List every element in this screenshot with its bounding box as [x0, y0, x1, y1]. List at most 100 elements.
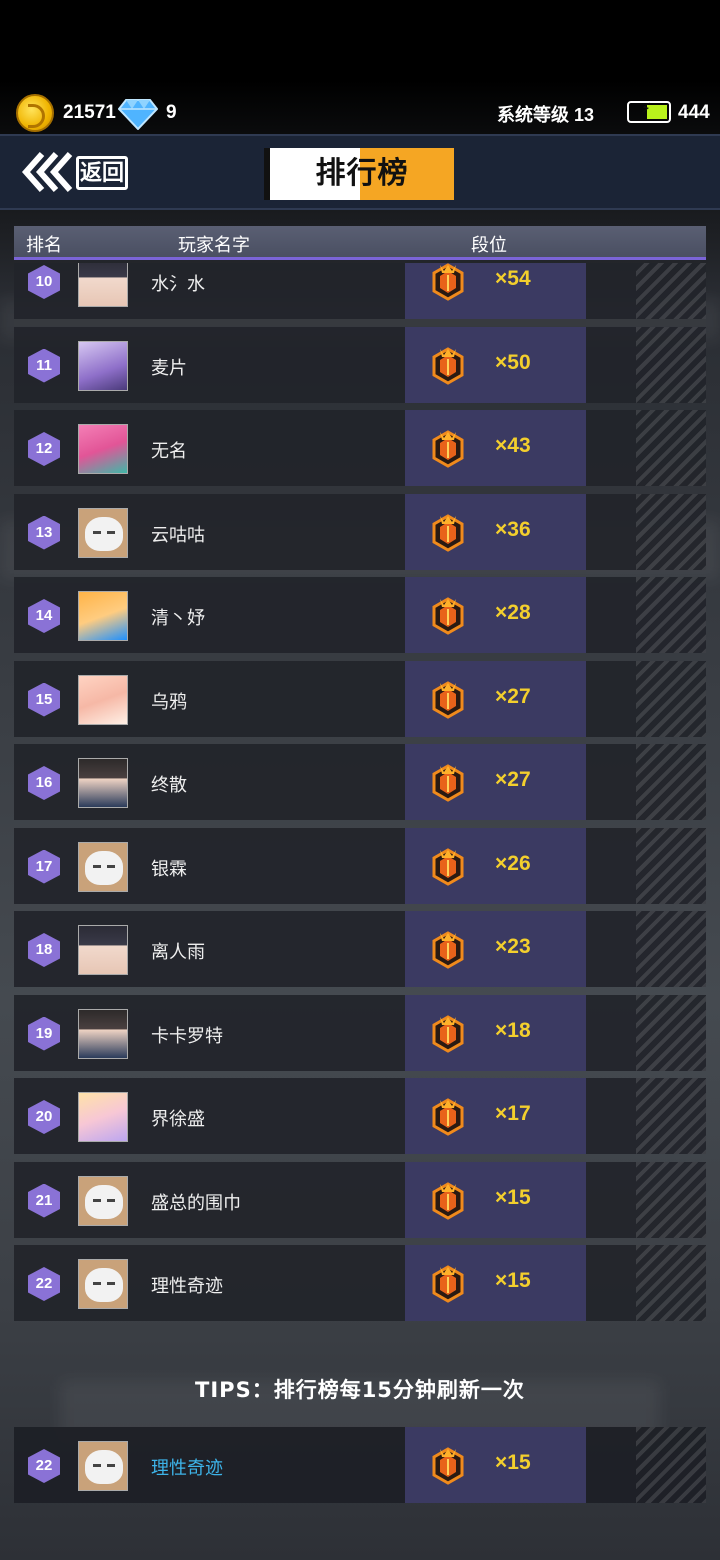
tier-emblem-icon [432, 1447, 464, 1485]
ranking-row: 19 卡卡罗特 ×18 [14, 994, 706, 1071]
tier-emblem-icon [432, 263, 464, 301]
decorative-stripes [636, 577, 706, 653]
rank-number: 18 [35, 941, 53, 958]
tier-emblem-icon [432, 1014, 464, 1053]
avatar [78, 841, 128, 892]
tier-multiplier: ×36 [495, 517, 531, 541]
player-name: 理性奇迹 [151, 1458, 223, 1479]
player-name: 卡卡罗特 [151, 1025, 223, 1047]
rank-badge: 16 [28, 766, 60, 800]
tier-multiplier: ×28 [495, 601, 531, 624]
tier-cell: ×27 [405, 744, 586, 820]
player-name: 理性奇迹 [151, 1276, 223, 1297]
avatar [78, 1175, 128, 1226]
rank-badge: 19 [28, 1016, 60, 1051]
rank-badge: 15 [28, 682, 60, 717]
rank-badge: 10 [28, 265, 60, 299]
tier-cell: ×18 [405, 994, 586, 1071]
tier-emblem-icon [432, 1181, 464, 1220]
rank-badge: 18 [28, 933, 60, 967]
rank-number: 22 [35, 1457, 53, 1474]
avatar [78, 1008, 128, 1059]
page-title: 排行榜 [315, 156, 409, 191]
ranking-row: 16 终散 ×27 [14, 744, 706, 820]
avatar [78, 1441, 128, 1491]
rank-number: 13 [35, 523, 53, 541]
decorative-stripes [636, 1078, 706, 1154]
energy-count: 444 [678, 102, 710, 123]
tier-multiplier: ×18 [495, 1018, 531, 1042]
avatar [78, 925, 128, 975]
tier-multiplier: ×27 [495, 768, 531, 791]
ranking-list[interactable]: 10 水氵水 ×54 11 麦片 ×50 12 无名 ×43 13 云咕咕 ×3… [14, 263, 706, 1345]
player-name: 无名 [151, 441, 187, 462]
column-header: 排名 玩家名字 段位 [14, 226, 706, 260]
tier-multiplier: ×15 [495, 1185, 531, 1209]
avatar [78, 507, 128, 558]
resource-bar: 21571 9 系统等级 13 444 [0, 92, 720, 132]
avatar [78, 263, 128, 307]
player-name: 银霖 [151, 858, 187, 880]
tier-emblem-icon [432, 680, 464, 719]
rank-badge: 22 [28, 1267, 60, 1301]
rank-badge: 14 [28, 599, 60, 633]
coin-count: 21571 [63, 102, 116, 123]
column-player-name: 玩家名字 [178, 235, 250, 256]
tier-cell: ×28 [405, 577, 586, 653]
tier-multiplier: ×54 [495, 267, 531, 290]
avatar [78, 340, 128, 391]
tier-cell: ×15 [405, 1245, 586, 1321]
player-name: 盛总的围巾 [151, 1192, 241, 1214]
tier-multiplier: ×27 [495, 684, 531, 708]
decorative-stripes [636, 660, 706, 737]
rank-number: 10 [35, 273, 53, 290]
ranking-row: 20 界徐盛 ×17 [14, 1078, 706, 1154]
rank-number: 17 [35, 857, 53, 875]
ranking-row: 15 乌鸦 ×27 [14, 660, 706, 737]
tier-emblem-icon [432, 513, 464, 552]
player-name: 麦片 [151, 357, 187, 379]
tier-cell: ×17 [405, 1078, 586, 1154]
rank-badge: 20 [28, 1100, 60, 1134]
tier-cell: ×50 [405, 326, 586, 403]
rank-badge: 11 [28, 348, 60, 383]
rank-number: 16 [35, 774, 53, 791]
ranking-row: 12 无名 ×43 [14, 410, 706, 486]
back-button[interactable]: 返回 [76, 156, 128, 190]
tier-multiplier: ×26 [495, 851, 531, 875]
avatar [78, 674, 128, 725]
tier-emblem-icon [432, 931, 464, 969]
decorative-stripes [636, 326, 706, 403]
ranking-row: 10 水氵水 ×54 [14, 263, 706, 319]
ranking-row: 17 银霖 ×26 [14, 827, 706, 904]
decorative-stripes [636, 410, 706, 486]
player-name: 清丶妤 [151, 608, 205, 629]
player-name: 乌鸦 [151, 691, 187, 713]
tier-cell: ×26 [405, 827, 586, 904]
rank-number: 19 [35, 1024, 53, 1042]
tier-multiplier: ×50 [495, 350, 531, 374]
rank-number: 20 [35, 1108, 53, 1125]
gem-count: 9 [166, 102, 177, 123]
player-name: 终散 [151, 775, 187, 796]
tier-emblem-icon [432, 597, 464, 635]
tier-emblem-icon [432, 1265, 464, 1303]
decorative-stripes [636, 994, 706, 1071]
tier-cell: ×15 [405, 1427, 586, 1503]
tier-cell: ×36 [405, 493, 586, 570]
tier-cell: ×23 [405, 911, 586, 987]
rank-number: 15 [35, 690, 53, 708]
avatar [78, 1092, 128, 1142]
tier-emblem-icon [432, 847, 464, 886]
rank-number: 22 [35, 1275, 53, 1292]
decorative-stripes [636, 911, 706, 987]
player-name: 离人雨 [151, 942, 205, 963]
tier-emblem-icon [432, 430, 464, 468]
ranking-row: 11 麦片 ×50 [14, 326, 706, 403]
decorative-stripes [636, 1161, 706, 1238]
back-arrow-icon[interactable] [20, 150, 80, 194]
tips-text: TIPS：排行榜每15分钟刷新一次 [195, 1378, 525, 1402]
avatar [78, 591, 128, 641]
tier-emblem-icon [432, 346, 464, 385]
tier-multiplier: ×43 [495, 434, 531, 457]
